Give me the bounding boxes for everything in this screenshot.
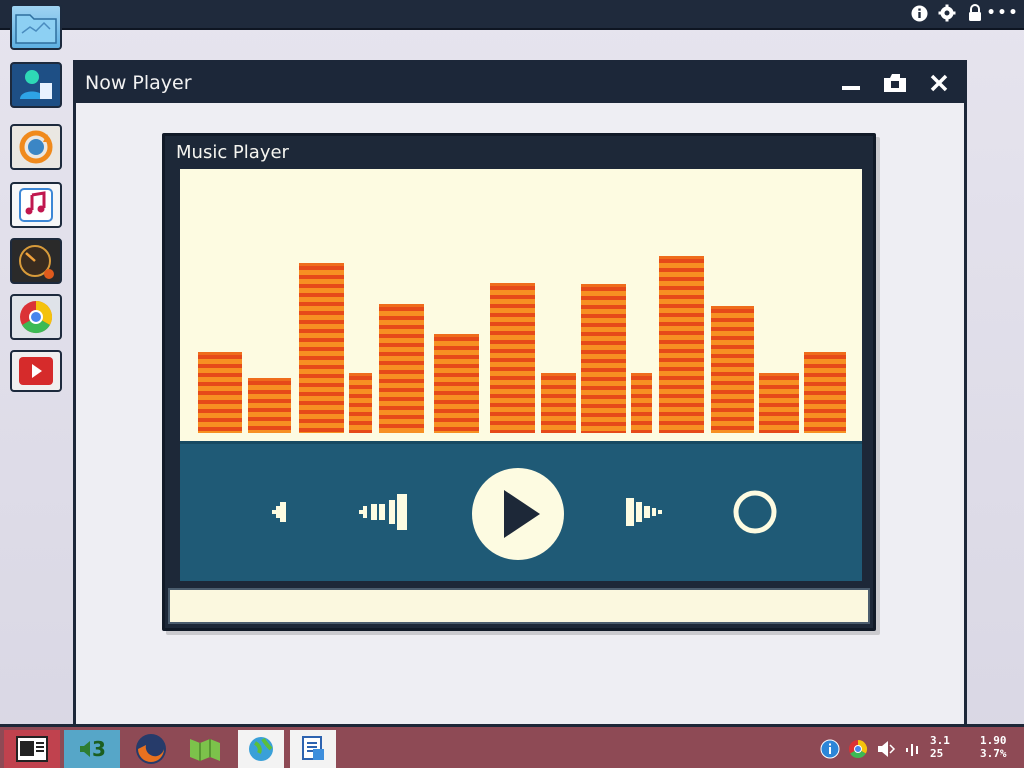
terminal-icon [16,736,48,762]
speedometer-icon [19,245,54,279]
tray-readout-1-bottom: 25 [930,747,944,760]
minimize-icon [842,86,860,90]
taskbar-app-globe[interactable] [238,730,284,768]
dock-item-video[interactable] [10,350,62,392]
visualizer-bar [434,334,479,433]
visualizer-bar [759,373,799,433]
player-title: Music Player [176,142,289,163]
more-menu-icon[interactable]: ••• [987,4,1018,22]
taskbar-app-maps[interactable] [180,730,230,768]
top-tray: ••• [910,4,1018,22]
gear-icon[interactable] [938,4,956,22]
dock-item-sync[interactable] [10,124,62,170]
next-track-button[interactable] [620,489,676,535]
music-note-icon [19,188,53,222]
taskbar-workspace[interactable]: 3 [64,730,120,768]
close-button[interactable] [924,69,954,97]
tray-readout-1-top: 3.1 [930,734,950,747]
camera-icon [884,74,906,92]
dock-item-files[interactable] [10,4,62,50]
help-icon[interactable] [820,739,840,759]
previous-icon [359,494,407,530]
visualizer-bar [804,352,846,433]
signal-icon[interactable] [904,740,924,758]
firefox-icon [136,734,166,764]
chrome-icon [20,300,53,334]
dock-item-browser[interactable] [10,294,62,340]
globe-icon [249,737,273,761]
music-player-panel: Music Player [162,133,876,631]
visualizer-bar [490,283,535,433]
dock-item-speedometer[interactable] [10,238,62,284]
user-icon [20,70,52,99]
visualizer-bar [541,373,576,433]
taskbar-app-documents[interactable] [290,730,336,768]
visualizer-bar [711,306,754,433]
chrome-tray-icon[interactable] [848,739,868,759]
play-button[interactable] [470,466,566,562]
visualizer-bar [299,263,344,433]
dock-item-music[interactable] [10,182,62,228]
repeat-button[interactable] [730,487,780,537]
audio-visualizer [180,169,862,441]
circle-icon [733,490,777,534]
lock-icon[interactable] [966,4,984,22]
top-bar: ••• [0,0,1024,30]
screenshot-button[interactable] [880,69,910,97]
visualizer-bar [198,352,242,433]
taskbar-app-firefox[interactable] [126,730,176,768]
sync-icon [19,130,53,164]
tray-readout-2-top: 1.90 [980,734,1007,747]
taskbar: 3 3.1 25 1.90 3.7% [0,724,1024,768]
window-title-bar[interactable]: Now Player [76,63,964,103]
visualizer-bar [248,378,291,433]
workspace-label: 3 [92,737,106,761]
dock-item-contacts[interactable] [10,62,62,108]
playback-controls [180,441,862,581]
info-icon[interactable] [910,4,928,22]
visualizer-bar [379,304,424,433]
map-icon [190,739,220,761]
system-tray [820,739,924,759]
volume-down-button[interactable] [265,494,301,530]
play-icon [472,468,564,560]
speaker-icon [80,741,91,757]
visualizer-baseline [180,433,862,441]
tray-readout-2: 1.90 3.7% [980,734,1007,760]
tray-readout-1: 3.1 25 [930,734,950,760]
minimize-button[interactable] [836,69,866,97]
visualizer-bar [631,373,652,433]
taskbar-start-button[interactable] [4,730,60,768]
close-icon [930,74,948,92]
visualizer-bar [349,373,372,433]
window-controls [836,69,954,97]
folder-icon [15,14,57,44]
next-icon [626,498,662,526]
document-icon [302,736,324,760]
visualizer-bar [659,256,704,433]
volume-icon[interactable] [876,740,896,758]
tray-readout-2-bottom: 3.7% [980,747,1007,760]
volume-down-icon [272,502,286,522]
play-video-icon [19,357,53,385]
previous-track-button[interactable] [355,489,415,535]
status-strip [168,588,870,624]
window-title: Now Player [85,72,192,94]
visualizer-bar [581,284,626,433]
